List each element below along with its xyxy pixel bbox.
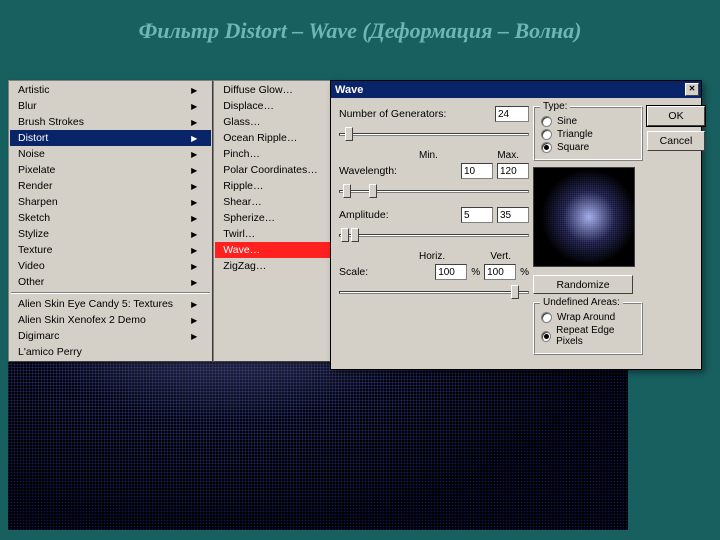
type-group: Type: Sine Triangle Square — [533, 106, 643, 161]
scale-v-input[interactable]: 100 — [484, 264, 516, 280]
wrap-around-radio[interactable]: Wrap Around — [541, 312, 635, 323]
generators-input[interactable]: 24 — [495, 106, 529, 122]
wavelength-slider[interactable] — [339, 183, 529, 199]
amplitude-max-input[interactable]: 35 — [497, 207, 529, 223]
type-square-radio[interactable]: Square — [541, 142, 635, 153]
slider-thumb-icon[interactable] — [369, 184, 377, 198]
generators-label: Number of Generators: — [339, 108, 491, 120]
type-triangle-radio[interactable]: Triangle — [541, 129, 635, 140]
close-button[interactable]: ✕ — [685, 83, 699, 96]
percent-label: % — [520, 267, 529, 278]
repeat-edge-radio[interactable]: Repeat Edge Pixels — [541, 325, 635, 347]
close-icon: ✕ — [689, 84, 696, 93]
amplitude-slider[interactable] — [339, 227, 529, 243]
slide-title: Фильтр Distort – Wave (Деформация – Волн… — [0, 18, 720, 44]
radio-icon — [541, 116, 552, 127]
min-label: Min. — [419, 150, 438, 161]
wave-dialog: Wave ✕ Number of Generators: 24 Min. Max… — [330, 80, 702, 370]
radio-icon — [541, 129, 552, 140]
dialog-titlebar[interactable]: Wave ✕ — [331, 81, 701, 98]
type-sine-radio[interactable]: Sine — [541, 116, 635, 127]
preview-noise-icon — [534, 168, 634, 266]
slider-thumb-icon[interactable] — [345, 127, 353, 141]
radio-icon — [541, 312, 552, 323]
slider-thumb-icon[interactable] — [341, 228, 349, 242]
effect-preview — [533, 167, 635, 267]
slider-thumb-icon[interactable] — [511, 285, 519, 299]
wavelength-label: Wavelength: — [339, 165, 457, 177]
amplitude-label: Amplitude: — [339, 209, 457, 221]
percent-label: % — [471, 267, 480, 278]
ok-button[interactable]: OK — [647, 106, 705, 126]
randomize-button[interactable]: Randomize — [533, 275, 633, 294]
scale-h-input[interactable]: 100 — [435, 264, 467, 280]
scale-label: Scale: — [339, 266, 431, 278]
wavelength-min-input[interactable]: 10 — [461, 163, 493, 179]
undefined-group-title: Undefined Areas: — [540, 297, 623, 308]
radio-icon — [541, 142, 552, 153]
generators-slider[interactable] — [339, 126, 529, 142]
amplitude-min-input[interactable]: 5 — [461, 207, 493, 223]
max-label: Max. — [497, 150, 519, 161]
scale-slider[interactable] — [339, 284, 529, 300]
slider-thumb-icon[interactable] — [343, 184, 351, 198]
vert-label: Vert. — [490, 251, 511, 262]
wavelength-max-input[interactable]: 120 — [497, 163, 529, 179]
undefined-group: Undefined Areas: Wrap Around Repeat Edge… — [533, 302, 643, 355]
radio-icon — [541, 331, 551, 342]
type-group-title: Type: — [540, 101, 570, 112]
horiz-label: Horiz. — [419, 251, 445, 262]
dialog-title: Wave — [335, 84, 363, 96]
cancel-button[interactable]: Cancel — [647, 131, 705, 151]
slider-thumb-icon[interactable] — [351, 228, 359, 242]
